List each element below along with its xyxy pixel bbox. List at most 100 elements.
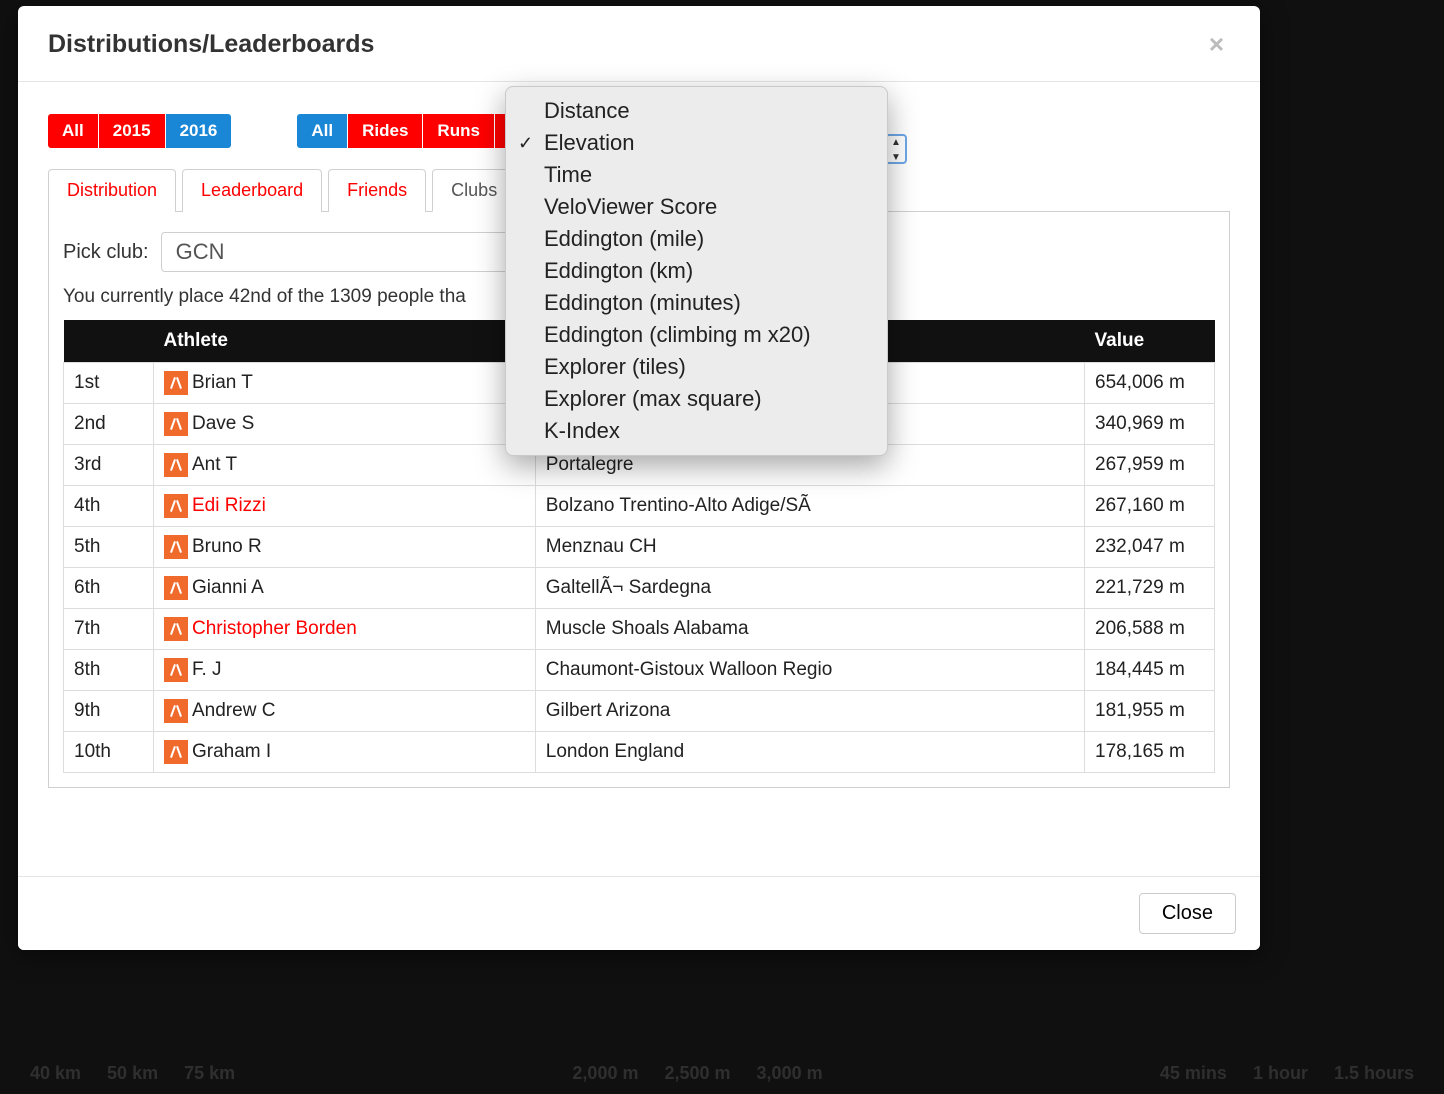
rank-cell: 5th [64, 527, 154, 568]
rank-cell: 2nd [64, 404, 154, 445]
metric-option-veloviewer-score[interactable]: VeloViewer Score [506, 191, 887, 223]
athlete-cell[interactable]: Dave S [154, 404, 536, 445]
athlete-name[interactable]: Dave S [192, 413, 254, 434]
location-cell: London England [535, 732, 1084, 773]
rank-cell: 4th [64, 486, 154, 527]
table-row: 4th Edi Rizzi Bolzano Trentino-Alto Adige/… [64, 486, 1215, 527]
year-pill-2016[interactable]: 2016 [166, 114, 232, 148]
metric-option-eddington-km-[interactable]: Eddington (km) [506, 255, 887, 287]
tab-friends[interactable]: Friends [328, 169, 426, 212]
distributions-modal: Distributions/Leaderboards × All20152016… [18, 6, 1260, 950]
location-cell: Chaumont-Gistoux Walloon Regio [535, 650, 1084, 691]
table-row: 9th Andrew C Gilbert Arizona181,955 m [64, 691, 1215, 732]
strava-icon [164, 453, 188, 477]
athlete-cell[interactable]: Ant T [154, 445, 536, 486]
strava-icon [164, 535, 188, 559]
modal-title: Distributions/Leaderboards [48, 30, 374, 59]
rank-cell: 1st [64, 363, 154, 404]
athlete-name[interactable]: Gianni A [192, 577, 264, 598]
metric-option-eddington-mile-[interactable]: Eddington (mile) [506, 223, 887, 255]
athlete-cell[interactable]: Bruno R [154, 527, 536, 568]
metric-option-time[interactable]: Time [506, 159, 887, 191]
table-row: 7th Christopher Borden Muscle Shoals Alaba… [64, 609, 1215, 650]
athlete-name[interactable]: Christopher Borden [192, 618, 357, 639]
metric-select-stepper[interactable]: ▲ ▼ [885, 134, 907, 164]
metric-option-k-index[interactable]: K-Index [506, 415, 887, 447]
value-cell: 267,160 m [1085, 486, 1215, 527]
col-athlete: Athlete [154, 320, 536, 363]
athlete-cell[interactable]: Edi Rizzi [154, 486, 536, 527]
athlete-cell[interactable]: Graham I [154, 732, 536, 773]
location-cell: Menznau CH [535, 527, 1084, 568]
value-cell: 184,445 m [1085, 650, 1215, 691]
athlete-name[interactable]: Andrew C [192, 700, 275, 721]
table-row: 10th Graham I London England178,165 m [64, 732, 1215, 773]
year-filter-group: All20152016 [48, 114, 231, 148]
value-cell: 181,955 m [1085, 691, 1215, 732]
table-row: 5th Bruno R Menznau CH232,047 m [64, 527, 1215, 568]
type-pill-rides[interactable]: Rides [348, 114, 423, 148]
value-cell: 267,959 m [1085, 445, 1215, 486]
strava-icon [164, 412, 188, 436]
background-scale-numbers: 40 km 50 km 75 km 2,000 m 2,500 m 3,000 … [0, 1053, 1444, 1094]
value-cell: 178,165 m [1085, 732, 1215, 773]
athlete-cell[interactable]: Brian T [154, 363, 536, 404]
rank-cell: 3rd [64, 445, 154, 486]
athlete-cell[interactable]: Andrew C [154, 691, 536, 732]
rank-cell: 8th [64, 650, 154, 691]
strava-icon [164, 576, 188, 600]
modal-footer: Close [18, 876, 1260, 950]
metric-option-distance[interactable]: Distance [506, 95, 887, 127]
rank-cell: 7th [64, 609, 154, 650]
athlete-name[interactable]: Graham I [192, 741, 271, 762]
location-cell: GaltellÃ¬ Sardegna [535, 568, 1084, 609]
athlete-cell[interactable]: Gianni A [154, 568, 536, 609]
table-row: 8th F. J Chaumont-Gistoux Walloon Regio184… [64, 650, 1215, 691]
strava-icon [164, 699, 188, 723]
value-cell: 340,969 m [1085, 404, 1215, 445]
chevron-up-icon: ▲ [891, 137, 901, 148]
strava-icon [164, 494, 188, 518]
close-icon[interactable]: × [1203, 28, 1230, 61]
athlete-name[interactable]: Bruno R [192, 536, 262, 557]
location-cell: Bolzano Trentino-Alto Adige/SÃ [535, 486, 1084, 527]
type-pill-runs[interactable]: Runs [423, 114, 495, 148]
strava-icon [164, 371, 188, 395]
col-value: Value [1085, 320, 1215, 363]
strava-icon [164, 617, 188, 641]
chevron-down-icon: ▼ [891, 152, 901, 163]
value-cell: 232,047 m [1085, 527, 1215, 568]
rank-cell: 10th [64, 732, 154, 773]
athlete-name[interactable]: F. J [192, 659, 222, 680]
metric-option-explorer-max-square-[interactable]: Explorer (max square) [506, 383, 887, 415]
col-rank [64, 320, 154, 363]
year-pill-2015[interactable]: 2015 [99, 114, 166, 148]
rank-cell: 9th [64, 691, 154, 732]
value-cell: 221,729 m [1085, 568, 1215, 609]
tab-distribution[interactable]: Distribution [48, 169, 176, 212]
modal-header: Distributions/Leaderboards × [18, 6, 1260, 82]
metric-dropdown-popover: DistanceElevationTimeVeloViewer ScoreEdd… [505, 86, 888, 456]
strava-icon [164, 658, 188, 682]
strava-icon [164, 740, 188, 764]
location-cell: Muscle Shoals Alabama [535, 609, 1084, 650]
value-cell: 654,006 m [1085, 363, 1215, 404]
value-cell: 206,588 m [1085, 609, 1215, 650]
metric-option-elevation[interactable]: Elevation [506, 127, 887, 159]
table-row: 6thGianni AGaltellÃ¬ Sardegna221,729 m [64, 568, 1215, 609]
metric-option-eddington-climbing-m-x20-[interactable]: Eddington (climbing m x20) [506, 319, 887, 351]
athlete-cell[interactable]: Christopher Borden [154, 609, 536, 650]
athlete-cell[interactable]: F. J [154, 650, 536, 691]
tab-leaderboard[interactable]: Leaderboard [182, 169, 322, 212]
metric-option-eddington-minutes-[interactable]: Eddington (minutes) [506, 287, 887, 319]
tab-clubs[interactable]: Clubs [432, 169, 516, 212]
metric-option-explorer-tiles-[interactable]: Explorer (tiles) [506, 351, 887, 383]
close-button[interactable]: Close [1139, 893, 1236, 934]
year-pill-all[interactable]: All [48, 114, 99, 148]
athlete-name[interactable]: Edi Rizzi [192, 495, 266, 516]
athlete-name[interactable]: Ant T [192, 454, 237, 475]
type-pill-all[interactable]: All [297, 114, 348, 148]
pick-club-label: Pick club: [63, 241, 149, 264]
location-cell: Gilbert Arizona [535, 691, 1084, 732]
athlete-name[interactable]: Brian T [192, 372, 253, 393]
